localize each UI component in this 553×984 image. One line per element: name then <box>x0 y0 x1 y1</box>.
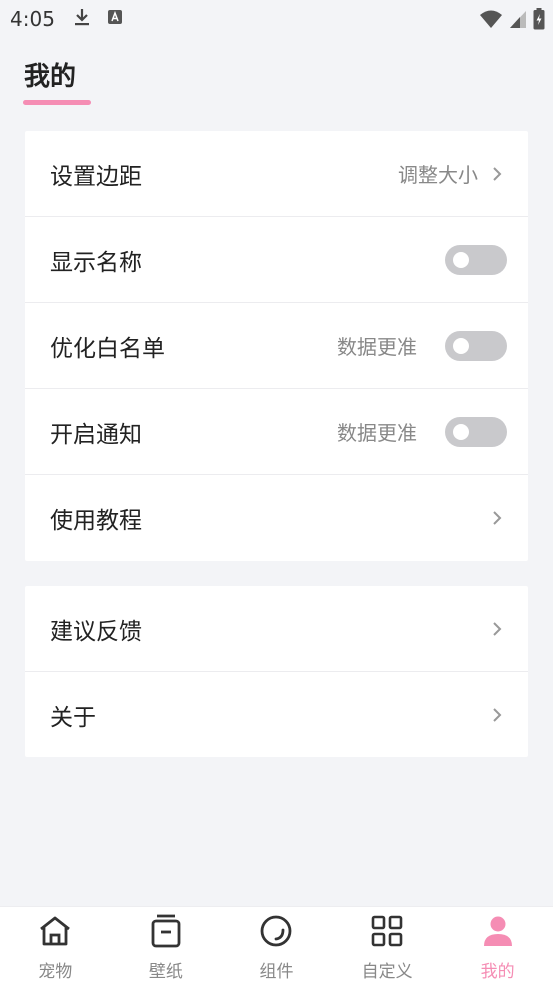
widget-icon <box>258 913 294 949</box>
tab-label: 自定义 <box>361 962 413 982</box>
toggle-knob <box>453 423 469 440</box>
setting-label: 关于 <box>50 705 96 731</box>
setting-row-notification: 开启通知 数据更准 <box>25 389 528 475</box>
signal-icon <box>509 9 527 33</box>
setting-label: 开启通知 <box>50 421 142 448</box>
tab-wallpaper[interactable]: 壁纸 <box>111 907 222 984</box>
setting-row-whitelist: 优化白名单 数据更准 <box>25 303 528 389</box>
chevron-right-icon <box>492 510 502 526</box>
tab-custom[interactable]: 自定义 <box>332 907 443 984</box>
grid-icon <box>369 913 405 949</box>
show-name-toggle[interactable] <box>445 244 507 275</box>
setting-label: 建议反馈 <box>50 618 142 645</box>
setting-value: 调整大小 <box>398 163 478 187</box>
tab-label: 我的 <box>480 962 515 982</box>
setting-row-tutorial[interactable]: 使用教程 <box>25 475 528 561</box>
status-time: 4:05 <box>10 7 55 31</box>
person-icon <box>480 913 516 949</box>
bottom-tab-bar: 宠物 壁纸 组件 自定义 我的 <box>0 906 553 984</box>
page-title: 我的 <box>24 62 77 92</box>
settings-card-secondary: 建议反馈 关于 <box>25 586 528 757</box>
setting-row-margin[interactable]: 设置边距 调整大小 <box>25 131 528 217</box>
tab-label: 壁纸 <box>148 962 183 982</box>
tab-label: 宠物 <box>38 962 73 982</box>
chevron-right-icon <box>492 707 502 723</box>
wifi-icon <box>479 9 503 33</box>
whitelist-toggle[interactable] <box>445 330 507 361</box>
download-icon <box>73 7 91 31</box>
setting-row-show-name: 显示名称 <box>25 217 528 303</box>
setting-label: 优化白名单 <box>50 335 165 362</box>
setting-label: 设置边距 <box>50 163 142 190</box>
setting-label: 显示名称 <box>50 249 142 276</box>
setting-value: 数据更准 <box>337 335 417 359</box>
tab-mine[interactable]: 我的 <box>442 907 553 984</box>
settings-card-main: 设置边距 调整大小 显示名称 优化白名单 数据更准 开启通知 数据更准 使用教程 <box>25 131 528 561</box>
setting-row-about[interactable]: 关于 <box>25 672 528 758</box>
toggle-knob <box>453 251 469 268</box>
home-icon <box>37 913 73 949</box>
title-underline <box>23 100 91 105</box>
setting-label: 使用教程 <box>50 508 142 534</box>
status-bar: 4:05 <box>0 0 553 38</box>
tab-widget[interactable]: 组件 <box>221 907 332 984</box>
tab-pet[interactable]: 宠物 <box>0 907 111 984</box>
chevron-right-icon <box>492 621 502 637</box>
setting-value: 数据更准 <box>337 421 417 445</box>
notification-toggle[interactable] <box>445 416 507 447</box>
font-app-icon <box>107 9 123 29</box>
battery-icon <box>533 8 545 34</box>
tab-label: 组件 <box>259 962 294 982</box>
toggle-knob <box>453 337 469 354</box>
wallpaper-icon <box>148 913 184 949</box>
chevron-right-icon <box>492 166 502 182</box>
setting-row-feedback[interactable]: 建议反馈 <box>25 586 528 672</box>
